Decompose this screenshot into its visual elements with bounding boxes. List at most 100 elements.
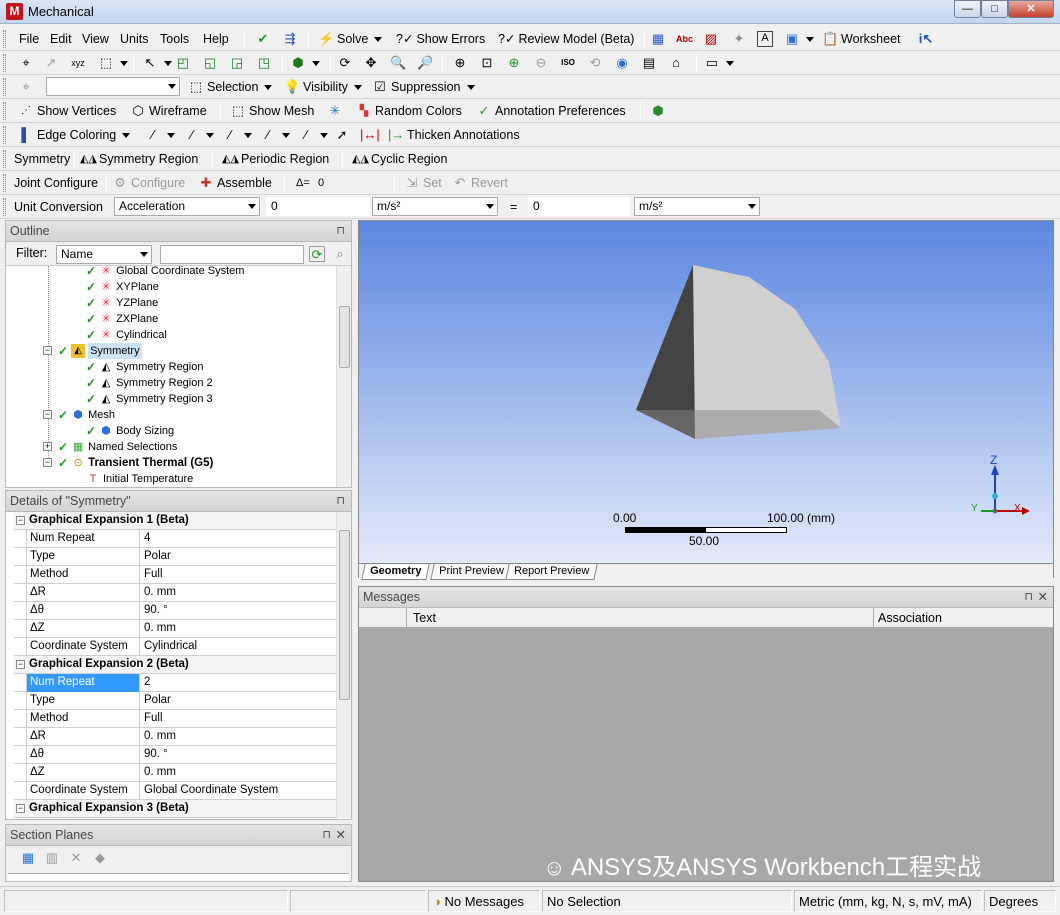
detail-group-header[interactable]: − Graphical Expansion 2 (Beta) [14, 656, 340, 674]
close-icon[interactable]: ✕ [336, 825, 346, 845]
collapse-icon[interactable]: − [16, 660, 25, 669]
tree-item-symmetry-region-2[interactable]: ✓ ◭ Symmetry Region 2 [86, 375, 213, 391]
explode-icon[interactable]: ✳ [327, 103, 343, 119]
pick-icon[interactable]: ⌖ [18, 55, 34, 71]
new-section-plane-icon[interactable]: ▦ [20, 850, 36, 866]
edge-style-2-icon[interactable]: ⁄ [184, 127, 200, 143]
annotation-prefs-button[interactable]: ✓ Annotation Preferences [476, 102, 626, 120]
tree-item-xyplane[interactable]: ✓ ✳ XYPlane [86, 279, 159, 295]
detail-value[interactable]: Full [140, 710, 340, 727]
detail-row[interactable]: Method Full [14, 710, 340, 728]
image-icon[interactable]: ▣ [784, 31, 800, 47]
edge-style-4-icon[interactable]: ⁄ [260, 127, 276, 143]
detail-row[interactable]: Type Polar [14, 548, 340, 566]
value2-input[interactable]: 0 [528, 197, 630, 216]
chevron-down-icon[interactable] [320, 132, 328, 138]
column-text[interactable]: Text [413, 611, 436, 625]
wrench-icon[interactable]: ✦ [731, 31, 747, 47]
chevron-down-icon[interactable] [167, 132, 175, 138]
print-icon[interactable]: ▤ [641, 55, 657, 71]
zoom-out-icon[interactable]: ⊖ [533, 55, 549, 71]
filter-select[interactable]: Name [56, 245, 152, 264]
solve-button[interactable]: ⚡ Solve [318, 30, 383, 48]
zoom-box-icon[interactable]: 🔎 [417, 55, 433, 71]
search-icon[interactable]: ⌕ [332, 246, 348, 262]
detail-value[interactable]: Full [140, 566, 340, 583]
chevron-down-icon[interactable] [244, 132, 252, 138]
iso-icon[interactable]: ISO [560, 55, 576, 71]
detail-value[interactable]: Polar [140, 692, 340, 709]
cursor-select-icon[interactable]: ↖ [142, 55, 158, 71]
detail-value[interactable]: 90. ° [140, 602, 340, 619]
menu-units[interactable]: Units [120, 30, 148, 48]
detail-row[interactable]: Method Full [14, 566, 340, 584]
detail-value[interactable]: 90. ° [140, 746, 340, 763]
tree-item-symmetry-region[interactable]: ✓ ◭ Symmetry Region [86, 359, 203, 375]
maximize-button[interactable]: □ [981, 0, 1008, 18]
pin-icon[interactable]: ⊓ [1024, 587, 1033, 607]
unit2-select[interactable]: m/s² [634, 197, 760, 216]
table-icon[interactable]: ▦ [650, 31, 666, 47]
detail-group-header[interactable]: − Graphical Expansion 3 (Beta) [14, 800, 340, 818]
scrollbar-thumb[interactable] [339, 306, 350, 368]
detail-row[interactable]: ΔZ 0. mm [14, 620, 340, 638]
column-association[interactable]: Association [878, 611, 942, 625]
detail-value[interactable]: Global Coordinate System [140, 782, 340, 799]
tree-item-transient-thermal[interactable]: ✓ ⊙ Transient Thermal (G5) [58, 455, 213, 471]
detail-row[interactable]: Coordinate System Global Coordinate Syste… [14, 782, 340, 800]
show-mesh-button[interactable]: ⬚ Show Mesh [230, 102, 314, 120]
visibility-dropdown[interactable]: 💡 Visibility [284, 78, 362, 96]
delete-icon[interactable]: ✕ [68, 850, 84, 866]
pointer-icon[interactable]: ↗ [43, 55, 59, 71]
revert-button[interactable]: ↶ Revert [452, 174, 508, 192]
detail-row[interactable]: Coordinate System Cylindrical [14, 638, 340, 656]
detail-value[interactable]: 2 [140, 674, 340, 691]
pin-icon[interactable]: ⊓ [336, 221, 345, 241]
menu-view[interactable]: View [82, 30, 109, 48]
info-cursor-icon[interactable]: i↖ [918, 31, 934, 47]
details-scrollbar[interactable] [336, 512, 351, 818]
expand-icon[interactable]: + [43, 442, 52, 451]
edit-section-icon[interactable]: ▥ [44, 850, 60, 866]
tree-item-yzplane[interactable]: ✓ ✳ YZPlane [86, 295, 158, 311]
detail-value[interactable]: Polar [140, 548, 340, 565]
detail-value[interactable]: 0. mm [140, 584, 340, 601]
annotation-icon[interactable]: A [757, 31, 773, 47]
detail-row[interactable]: Δθ 90. ° [14, 602, 340, 620]
menu-help[interactable]: Help [203, 30, 229, 48]
tab-geometry[interactable]: Geometry [361, 564, 431, 580]
detail-value[interactable]: 4 [140, 530, 340, 547]
status-units[interactable]: Metric (mm, kg, N, s, mV, mA) [794, 890, 982, 912]
zoom-in-icon[interactable]: ⊕ [452, 55, 468, 71]
menu-tools[interactable]: Tools [160, 30, 189, 48]
tab-report-preview[interactable]: Report Preview [505, 564, 598, 580]
pin-icon[interactable]: ⊓ [336, 491, 345, 511]
filter-input[interactable] [160, 245, 304, 264]
detail-row[interactable]: Δθ 90. ° [14, 746, 340, 764]
chevron-down-icon[interactable] [374, 36, 383, 42]
cyclic-region-button[interactable]: ◭◮ Cyclic Region [352, 150, 447, 168]
close-button[interactable]: ✕ [1008, 0, 1054, 18]
zoom-icon[interactable]: 🔍 [390, 55, 406, 71]
close-icon[interactable]: ✕ [1038, 587, 1048, 607]
chevron-down-icon[interactable] [726, 60, 734, 66]
zoom-fit-icon[interactable]: ⊡ [479, 55, 495, 71]
chevron-down-icon[interactable] [164, 60, 172, 66]
check-icon[interactable]: ✔ [255, 31, 271, 47]
minimize-button[interactable]: — [954, 0, 981, 18]
edge-style-1-icon[interactable]: ⁄ [145, 127, 161, 143]
viewport-layout-icon[interactable]: ▭ [704, 55, 720, 71]
chevron-down-icon[interactable] [312, 60, 320, 66]
chevron-down-icon[interactable] [806, 36, 814, 42]
tag-icon[interactable]: ⌂ [668, 55, 684, 71]
menu-file[interactable]: File [19, 30, 39, 48]
named-selection-combo[interactable] [46, 77, 180, 96]
tree-item-body-sizing[interactable]: ✓ ⬢ Body Sizing [86, 423, 174, 439]
worksheet-button[interactable]: 📋 Worksheet [822, 30, 901, 48]
previous-view-icon[interactable]: ⟲ [587, 55, 603, 71]
suppression-dropdown[interactable]: ☑ Suppression [372, 78, 475, 96]
chart-icon[interactable]: ▨ [703, 31, 719, 47]
pin-icon[interactable]: ⊓ [322, 825, 331, 845]
symmetry-region-button[interactable]: ◭◮ Symmetry Region [80, 150, 198, 168]
quantity-select[interactable]: Acceleration [114, 197, 260, 216]
